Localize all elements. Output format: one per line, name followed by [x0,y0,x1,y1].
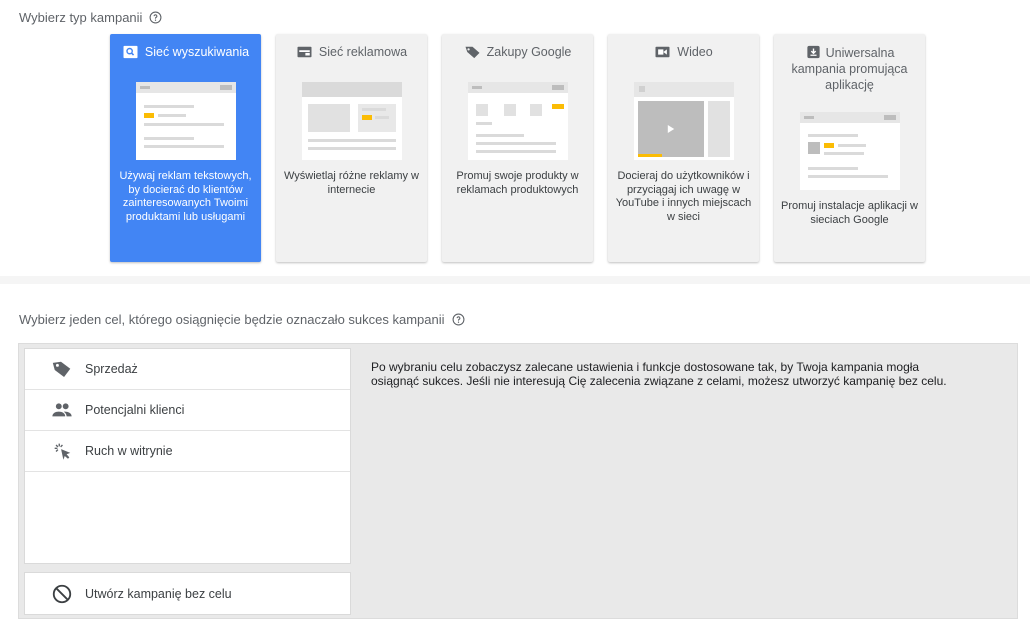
card-label: Uniwersalna kampania promująca aplikację [791,45,908,92]
card-google-shopping[interactable]: Zakupy Google Promuj swoje produkty w re… [442,34,593,262]
help-icon[interactable] [149,11,162,24]
cursor-click-icon [54,443,71,460]
download-app-icon [806,45,820,59]
shopping-illustration [468,82,568,160]
goal-label: Ruch w witrynie [85,444,173,458]
search-results-illustration [136,82,236,160]
card-header: Zakupy Google [442,34,593,60]
goal-title-text: Wybierz jeden cel, którego osiągnięcie b… [19,312,445,327]
display-ad-icon [297,46,312,58]
card-label: Sieć wyszukiwania [144,45,250,59]
card-universal-app[interactable]: Uniwersalna kampania promująca aplikację… [774,34,925,262]
card-description: Promuj swoje produkty w reklamach produk… [456,170,579,196]
card-header: Wideo [608,34,759,60]
card-description: Używaj reklam tekstowych, by docierać do… [119,170,252,223]
card-label: Zakupy Google [486,45,572,59]
app-install-illustration [800,112,900,190]
video-player-illustration [634,82,734,160]
shopping-tag-icon [465,46,480,59]
card-search-network[interactable]: Sieć wyszukiwania Używaj reklam tekstowy… [110,34,261,262]
goal-list: Sprzedaż Potencjalni klienci Ruch w witr… [24,348,351,564]
play-icon [667,125,675,133]
block-icon [52,584,72,603]
campaign-type-title-text: Wybierz typ kampanii [19,10,143,25]
goal-label: Potencjalni klienci [85,403,185,417]
goal-info-text: Po wybraniu celu zobaczysz zalecane usta… [371,360,947,388]
people-icon [52,403,72,417]
card-header: Sieć reklamowa [276,34,427,60]
video-camera-icon [655,46,670,58]
card-description: Wyświetlaj różne reklamy w internecie [284,170,419,196]
campaign-type-cards: Sieć wyszukiwania Używaj reklam tekstowy… [110,34,925,262]
help-icon[interactable] [452,313,465,326]
tag-icon [52,361,71,378]
goal-sales[interactable]: Sprzedaż [25,349,350,390]
card-header: Uniwersalna kampania promująca aplikację [774,34,925,93]
card-video[interactable]: Wideo Docieraj do użytkowników i przycią… [608,34,759,262]
no-goal-label: Utwórz kampanię bez celu [85,586,232,601]
goal-leads[interactable]: Potencjalni klienci [25,390,350,431]
card-header: Sieć wyszukiwania [110,34,261,60]
search-icon [123,45,138,59]
card-label: Sieć reklamowa [318,45,408,59]
section-divider [0,276,1030,284]
campaign-type-title: Wybierz typ kampanii [19,10,162,25]
goal-label: Sprzedaż [85,362,138,376]
card-description: Docieraj do użytkowników i przyciągaj ic… [615,170,752,223]
goal-title: Wybierz jeden cel, którego osiągnięcie b… [19,312,465,327]
card-display-network[interactable]: Sieć reklamowa Wyświetlaj różne reklamy … [276,34,427,262]
display-ads-illustration [302,82,402,160]
create-campaign-without-goal[interactable]: Utwórz kampanię bez celu [24,572,351,615]
goal-website-traffic[interactable]: Ruch w witrynie [25,431,350,472]
card-description: Promuj instalacje aplikacji w sieciach G… [781,200,918,226]
goal-panel: Sprzedaż Potencjalni klienci Ruch w witr… [18,343,1018,619]
card-label: Wideo [677,45,713,59]
